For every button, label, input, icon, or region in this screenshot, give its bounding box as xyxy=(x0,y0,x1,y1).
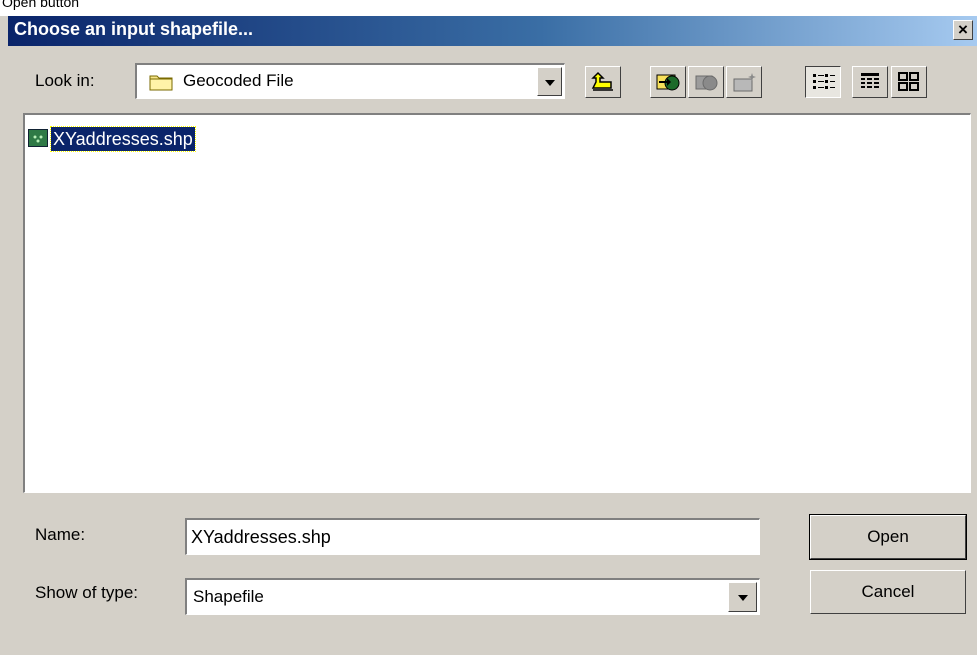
thumbnails-view-button[interactable] xyxy=(891,66,927,98)
file-type-dropdown-button[interactable] xyxy=(728,582,757,612)
background-window-strip: Open button xyxy=(0,0,977,16)
open-button[interactable]: Open xyxy=(809,514,967,560)
new-folder-icon xyxy=(733,73,756,92)
chevron-down-icon xyxy=(737,595,748,601)
file-type-label: Show of type: xyxy=(35,583,139,602)
name-input-value: XYaddresses.shp xyxy=(191,527,331,547)
disconnect-folder-button[interactable] xyxy=(688,66,724,98)
dialog-title: Choose an input shapefile... xyxy=(14,19,254,39)
file-type-dropdown[interactable]: Shapefile xyxy=(185,578,760,615)
file-type-value: Shapefile xyxy=(193,587,264,606)
dialog-title-bar[interactable]: Choose an input shapefile... × xyxy=(8,16,977,46)
name-input[interactable]: XYaddresses.shp xyxy=(185,518,760,555)
cancel-button[interactable]: Cancel xyxy=(810,570,966,614)
file-name: XYaddresses.shp xyxy=(50,126,196,152)
connect-folder-icon xyxy=(656,74,680,91)
background-window-text: Open button xyxy=(2,0,80,10)
disconnect-folder-icon xyxy=(695,75,718,91)
look-in-value: Geocoded File xyxy=(183,71,294,90)
new-folder-button[interactable] xyxy=(726,66,762,98)
connect-to-folder-button[interactable] xyxy=(650,66,686,98)
details-view-button[interactable] xyxy=(852,66,888,98)
close-button[interactable]: × xyxy=(953,20,973,40)
look-in-dropdown-button[interactable] xyxy=(537,67,562,96)
look-in-label: Look in: xyxy=(35,71,95,90)
file-list[interactable]: XYaddresses.shp xyxy=(23,113,971,493)
up-arrow-icon xyxy=(591,71,613,91)
folder-icon xyxy=(149,75,173,91)
list-view-icon xyxy=(813,74,835,89)
chevron-down-icon xyxy=(544,79,555,86)
name-label: Name: xyxy=(35,525,86,544)
thumbnails-view-icon xyxy=(898,72,919,91)
up-one-level-button[interactable] xyxy=(585,66,621,98)
details-view-icon xyxy=(861,73,879,88)
list-view-button[interactable] xyxy=(805,66,841,98)
shapefile-icon xyxy=(28,129,48,147)
look-in-dropdown[interactable]: Geocoded File xyxy=(135,63,565,99)
